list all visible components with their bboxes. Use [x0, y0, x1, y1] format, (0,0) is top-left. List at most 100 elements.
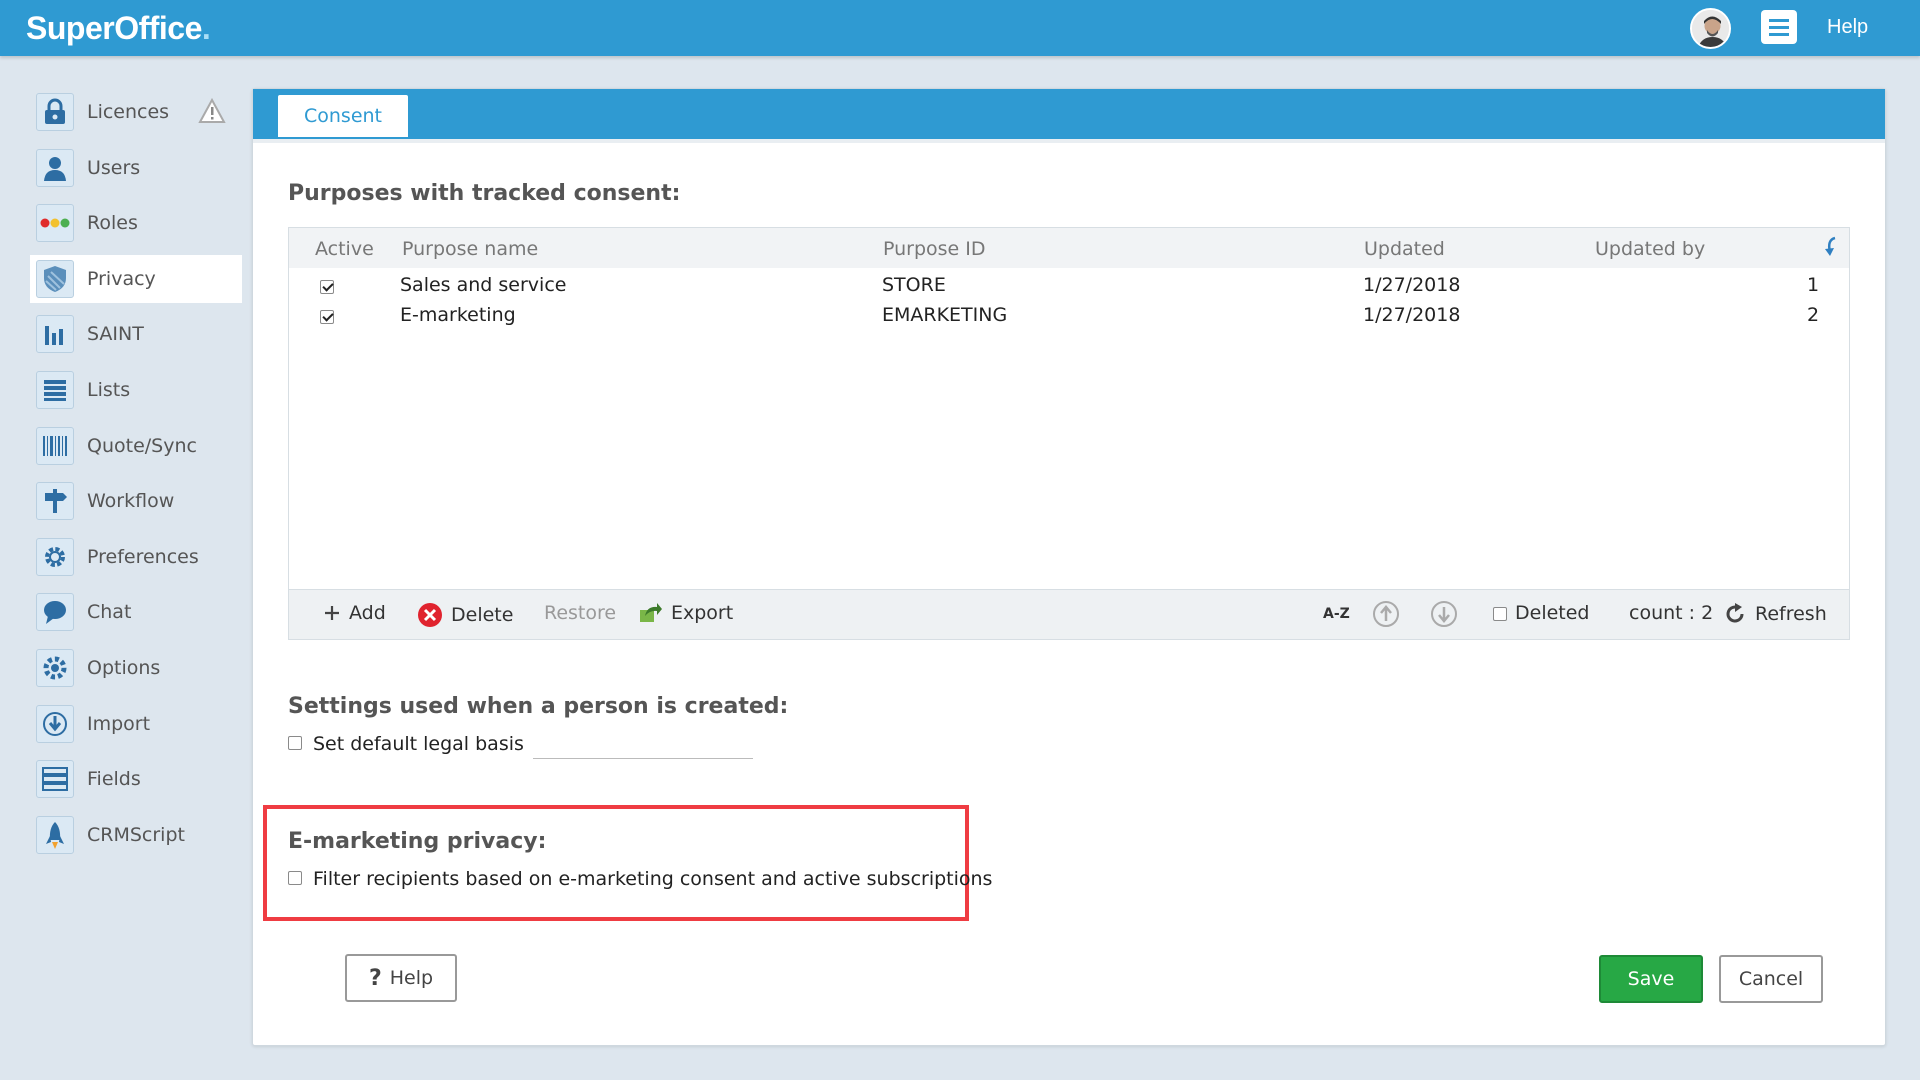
purposes-section-title: Purposes with tracked consent: — [288, 181, 681, 206]
plus-icon — [325, 606, 339, 620]
panel-header: Consent — [253, 89, 1885, 143]
list-icon — [36, 370, 74, 409]
top-help-link[interactable]: Help — [1827, 16, 1868, 39]
column-chooser-icon[interactable] — [1823, 236, 1839, 258]
refresh-label: Refresh — [1755, 603, 1827, 625]
logo-text: SuperOffice — [26, 10, 202, 46]
options-gear-icon — [36, 648, 74, 687]
updated-by-cell: 2 — [1807, 304, 1820, 326]
sidebar-item-label: Lists — [87, 378, 131, 401]
refresh-button[interactable]: Refresh — [1723, 602, 1827, 626]
move-down-icon[interactable] — [1430, 600, 1458, 628]
menu-line — [1769, 33, 1789, 36]
roles-icon — [36, 204, 74, 243]
main-menu-button[interactable] — [1761, 10, 1797, 44]
emarketing-section-title: E-marketing privacy: — [288, 829, 547, 854]
user-icon — [36, 148, 74, 187]
help-label: Help — [389, 967, 434, 989]
question-icon: ? — [368, 965, 382, 991]
sidebar-item-options[interactable]: Options — [30, 644, 242, 692]
sidebar-item-users[interactable]: Users — [30, 144, 242, 192]
sidebar-item-saint[interactable]: SAINT — [30, 310, 242, 358]
move-up-icon[interactable] — [1372, 600, 1400, 628]
active-checkbox[interactable] — [320, 280, 334, 294]
sidebar-item-crmscript[interactable]: CRMScript — [30, 811, 242, 859]
row-count: count : 2 — [1629, 602, 1714, 624]
sidebar-item-licences[interactable]: Licences — [30, 88, 242, 136]
highlight-frame — [263, 805, 969, 921]
settings-sidebar: Licences Users Roles Privacy SAINT Lists — [30, 88, 242, 866]
purposes-table: Active Purpose name Purpose ID Updated U… — [288, 227, 1850, 640]
active-checkbox[interactable] — [320, 310, 334, 324]
lock-icon — [36, 93, 74, 131]
deleted-checkbox[interactable] — [1493, 607, 1507, 621]
delete-button[interactable]: Delete — [417, 602, 513, 628]
refresh-icon — [1726, 603, 1744, 623]
import-icon — [36, 704, 74, 743]
column-header-purpose-id[interactable]: Purpose ID — [883, 238, 986, 260]
sidebar-item-roles[interactable]: Roles — [30, 199, 242, 247]
sidebar-item-label: Users — [87, 156, 141, 179]
legal-basis-select[interactable] — [533, 758, 753, 759]
sort-az-button[interactable]: A-Z — [1323, 606, 1350, 622]
column-header-updated[interactable]: Updated — [1364, 238, 1445, 260]
sidebar-item-label: CRMScript — [87, 823, 185, 846]
sidebar-item-workflow[interactable]: Workflow — [30, 477, 242, 525]
warning-icon — [198, 98, 226, 123]
table-row[interactable]: E-marketing EMARKETING 1/27/2018 2 — [289, 301, 1849, 331]
sidebar-item-lists[interactable]: Lists — [30, 366, 242, 414]
column-header-active[interactable]: Active — [315, 238, 374, 260]
top-bar: SuperOffice. Help — [0, 0, 1920, 56]
purpose-name-cell: E-marketing — [400, 304, 516, 326]
sidebar-item-label: SAINT — [87, 323, 144, 346]
updated-by-cell: 1 — [1807, 274, 1820, 296]
column-header-purpose-name[interactable]: Purpose name — [402, 238, 538, 260]
filter-recipients-checkbox[interactable] — [288, 871, 302, 885]
table-row[interactable]: Sales and service STORE 1/27/2018 1 — [289, 271, 1849, 301]
shield-icon — [36, 259, 74, 298]
restore-label: Restore — [544, 602, 617, 624]
sidebar-item-label: Licences — [87, 101, 170, 123]
save-button[interactable]: Save — [1599, 955, 1703, 1003]
updated-cell: 1/27/2018 — [1363, 274, 1461, 296]
sidebar-item-label: Roles — [87, 212, 138, 235]
bar-chart-icon — [36, 315, 74, 354]
tab-consent[interactable]: Consent — [278, 95, 408, 137]
sidebar-item-import[interactable]: Import — [30, 700, 242, 748]
user-avatar[interactable] — [1690, 8, 1731, 49]
add-label: Add — [349, 602, 386, 624]
sidebar-item-label: Import — [87, 712, 151, 735]
sidebar-item-label: Preferences — [87, 545, 199, 568]
cancel-button[interactable]: Cancel — [1719, 955, 1823, 1003]
sidebar-item-privacy[interactable]: Privacy — [30, 254, 242, 303]
menu-line — [1769, 19, 1789, 22]
help-button[interactable]: ? Help — [345, 954, 457, 1002]
delete-x-icon — [418, 603, 442, 627]
default-legal-basis-label: Set default legal basis — [313, 733, 524, 755]
sidebar-item-label: Options — [87, 656, 161, 679]
sidebar-item-quote-sync[interactable]: Quote/Sync — [30, 422, 242, 470]
sidebar-item-preferences[interactable]: Preferences — [30, 533, 242, 581]
column-header-updated-by[interactable]: Updated by — [1595, 238, 1705, 260]
menu-line — [1769, 26, 1789, 29]
settings-section-title: Settings used when a person is created: — [288, 694, 789, 719]
fields-icon — [36, 760, 74, 799]
sidebar-item-label: Workflow — [87, 490, 175, 513]
purpose-name-cell: Sales and service — [400, 274, 567, 296]
superoffice-logo[interactable]: SuperOffice. — [26, 10, 211, 47]
logo-dot: . — [201, 10, 211, 46]
add-button[interactable]: Add — [323, 602, 386, 624]
sidebar-item-chat[interactable]: Chat — [30, 588, 242, 636]
gear-icon — [36, 537, 74, 576]
barcode-icon — [36, 426, 74, 465]
chat-bubble-icon — [36, 593, 74, 632]
export-arrow-icon — [640, 603, 662, 622]
default-legal-basis-checkbox[interactable] — [288, 736, 302, 750]
sidebar-item-label: Privacy — [87, 267, 156, 290]
signpost-icon — [36, 482, 74, 521]
sidebar-item-fields[interactable]: Fields — [30, 755, 242, 803]
export-button[interactable]: Export — [639, 602, 733, 624]
purpose-id-cell: STORE — [882, 274, 946, 296]
sidebar-item-label: Quote/Sync — [87, 434, 197, 457]
restore-button[interactable]: Restore — [544, 602, 616, 624]
